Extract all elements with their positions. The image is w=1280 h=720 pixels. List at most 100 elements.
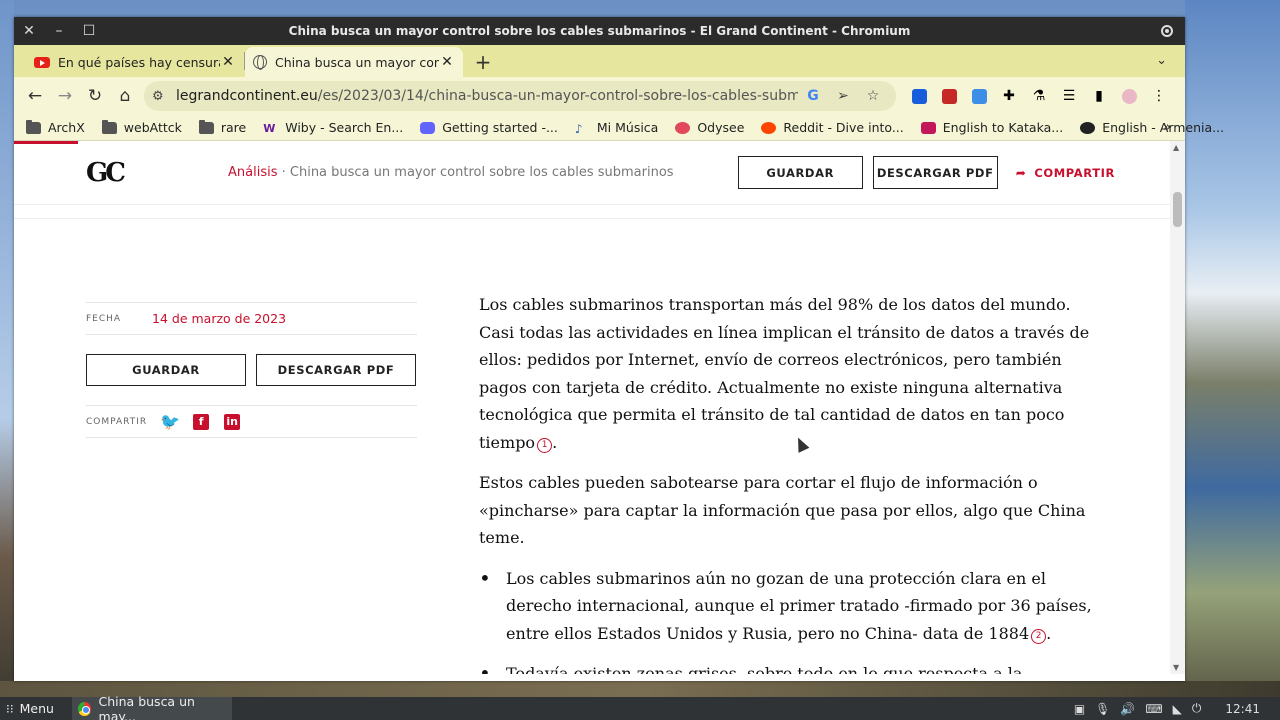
maximize-window-button[interactable]: ☐	[74, 17, 104, 45]
bookmarks-overflow-icon[interactable]: »	[1163, 120, 1171, 135]
header-pdf-button[interactable]: DESCARGAR PDF	[872, 156, 998, 189]
profile-avatar-icon[interactable]	[1114, 81, 1144, 111]
start-menu-button[interactable]: ⁝⁝ Menu	[0, 701, 62, 716]
new-tab-button[interactable]: +	[469, 47, 497, 77]
site-settings-icon[interactable]: ⚙	[152, 89, 170, 104]
close-tab-icon[interactable]: ✕	[439, 54, 455, 70]
footnote-marker[interactable]: 1	[537, 437, 553, 453]
bookmark-item[interactable]: Getting started -...	[420, 120, 558, 135]
extensions-puzzle-icon[interactable]: ✚	[994, 81, 1024, 111]
window-menu-icon[interactable]	[1161, 25, 1173, 37]
power-icon[interactable]: ⏻	[1192, 701, 1202, 716]
paragraph-text: Los cables submarinos transportan más de…	[479, 295, 1090, 452]
home-button[interactable]: ⌂	[110, 81, 140, 111]
breadcrumb-category[interactable]: Análisis	[228, 165, 277, 180]
bookmark-item[interactable]: Odysee	[675, 120, 744, 135]
send-icon[interactable]: ➢	[828, 88, 858, 104]
article-paragraph: Estos cables pueden sabotearse para cort…	[479, 473, 1086, 547]
url-text[interactable]: legrandcontinent.eu/es/2023/03/14/china-…	[176, 88, 798, 104]
sidebar-save-button[interactable]: GUARDAR	[86, 354, 246, 386]
bookmark-label: Getting started -...	[442, 120, 558, 135]
article-sidebar: FECHA 14 de marzo de 2023 GUARDAR DESCAR…	[86, 302, 417, 438]
menu-label: Menu	[19, 701, 54, 716]
bookmark-item[interactable]: Reddit - Dive into...	[761, 120, 904, 135]
footnote-marker[interactable]: 2	[1031, 628, 1047, 644]
close-tab-icon[interactable]: ✕	[220, 54, 236, 70]
list-item: Los cables submarinos aún no gozan de un…	[479, 565, 1105, 648]
google-lens-icon[interactable]: G	[798, 88, 828, 104]
bookmark-item[interactable]: webAttck	[101, 119, 182, 135]
address-bar[interactable]: ⚙ legrandcontinent.eu/es/2023/03/14/chin…	[144, 81, 896, 111]
linkedin-icon[interactable]: in	[224, 413, 241, 430]
sidebar-divider	[86, 334, 417, 335]
task-label: China busca un may...	[98, 693, 195, 720]
close-window-button[interactable]: ✕	[14, 17, 44, 45]
bookmark-label: rare	[220, 120, 247, 135]
page-scrollbar[interactable]: ▲ ▼	[1170, 141, 1185, 674]
browser-window: ✕ – ☐ China busca un mayor control sobre…	[14, 17, 1224, 681]
facebook-icon[interactable]: f	[193, 413, 210, 430]
breadcrumb-separator: ·	[277, 165, 290, 180]
window-title: China busca un mayor control sobre los c…	[288, 24, 911, 38]
breadcrumb: Análisis · China busca un mayor control …	[228, 165, 728, 180]
reading-list-icon[interactable]: ☰	[1054, 81, 1084, 111]
folder-icon	[198, 119, 214, 134]
reload-button[interactable]: ↻	[80, 81, 110, 111]
header-share-button[interactable]: ➦ COMPARTIR	[1016, 166, 1115, 180]
taskbar-chromium-item[interactable]: China busca un may...	[71, 693, 232, 720]
folder-icon	[26, 119, 41, 134]
bookmark-item[interactable]: W Wiby - Search En...	[263, 120, 403, 135]
browser-toolbar: ← → ↻ ⌂ ⚙ legrandcontinent.eu/es/2023/03…	[14, 77, 1185, 115]
microphone-icon[interactable]: 🎙	[1095, 702, 1110, 716]
keyboard-icon[interactable]: ⌨	[1145, 702, 1162, 716]
bookmark-label: English to Kataka...	[942, 120, 1064, 135]
twitter-icon[interactable]: 🐦	[160, 412, 180, 431]
desktop-wallpaper-left	[0, 0, 14, 697]
scroll-down-icon[interactable]: ▼	[1173, 663, 1179, 672]
bookmark-item[interactable]: rare	[198, 119, 247, 135]
bookmark-label: Odysee	[697, 120, 745, 135]
translate-extension-icon[interactable]	[964, 81, 994, 111]
forward-button[interactable]: →	[50, 81, 80, 111]
side-panel-icon[interactable]: ▮	[1084, 81, 1114, 111]
minimize-window-button[interactable]: –	[44, 17, 74, 45]
volume-icon[interactable]: 🔊	[1120, 702, 1135, 716]
scrollbar-thumb[interactable]	[1173, 192, 1182, 227]
folder-icon	[101, 119, 117, 134]
tab-search-chevron-icon[interactable]: ⌄	[1156, 53, 1167, 68]
chromium-icon	[77, 701, 91, 716]
bookmark-item[interactable]: ArchX	[26, 119, 85, 135]
bookmark-item[interactable]: English to Kataka...	[920, 120, 1064, 135]
bookmark-label: ArchX	[48, 120, 85, 135]
site-header: GC Análisis · China busca un mayor contr…	[14, 141, 1185, 205]
camera-icon[interactable]: ▣	[1074, 702, 1085, 716]
tab-article[interactable]: China busca un mayor control sobre los c…	[245, 47, 463, 77]
share-label: COMPARTIR	[1034, 165, 1115, 180]
bookmark-item[interactable]: English - Armenia...	[1080, 120, 1224, 135]
mastodon-icon	[420, 121, 436, 134]
wifi-icon[interactable]: ◣	[1173, 702, 1182, 716]
tab-youtube[interactable]: En qué países hay censura de Internet ✕	[26, 47, 244, 77]
scroll-up-icon[interactable]: ▲	[1173, 143, 1179, 152]
clock[interactable]: 12:41	[1225, 702, 1260, 716]
bookmark-label: Reddit - Dive into...	[783, 120, 904, 135]
flask-extension-icon[interactable]: ⚗	[1024, 81, 1054, 111]
bitwarden-extension-icon[interactable]	[904, 81, 934, 111]
sidebar-actions: GUARDAR DESCARGAR PDF	[86, 354, 417, 386]
web-page: GC Análisis · China busca un mayor contr…	[14, 141, 1185, 674]
url-path: /es/2023/03/14/china-busca-un-mayor-cont…	[317, 88, 798, 104]
music-icon: ♪	[574, 121, 583, 136]
share-label: COMPARTIR	[86, 416, 148, 427]
ublock-extension-icon[interactable]	[934, 81, 964, 111]
bookmark-item[interactable]: ♪ Mi Música	[574, 120, 658, 136]
article-body: Los cables submarinos transportan más de…	[479, 291, 1105, 674]
browser-menu-icon[interactable]: ⋮	[1144, 81, 1174, 111]
desktop-wallpaper-right	[1185, 0, 1280, 697]
site-logo[interactable]: GC	[86, 158, 126, 188]
back-button[interactable]: ←	[20, 81, 50, 111]
dictionary-icon	[1080, 121, 1096, 134]
bookmark-label: webAttck	[123, 120, 182, 135]
sidebar-pdf-button[interactable]: DESCARGAR PDF	[256, 354, 416, 386]
bookmark-star-icon[interactable]: ☆	[858, 88, 888, 104]
header-save-button[interactable]: GUARDAR	[737, 156, 863, 189]
